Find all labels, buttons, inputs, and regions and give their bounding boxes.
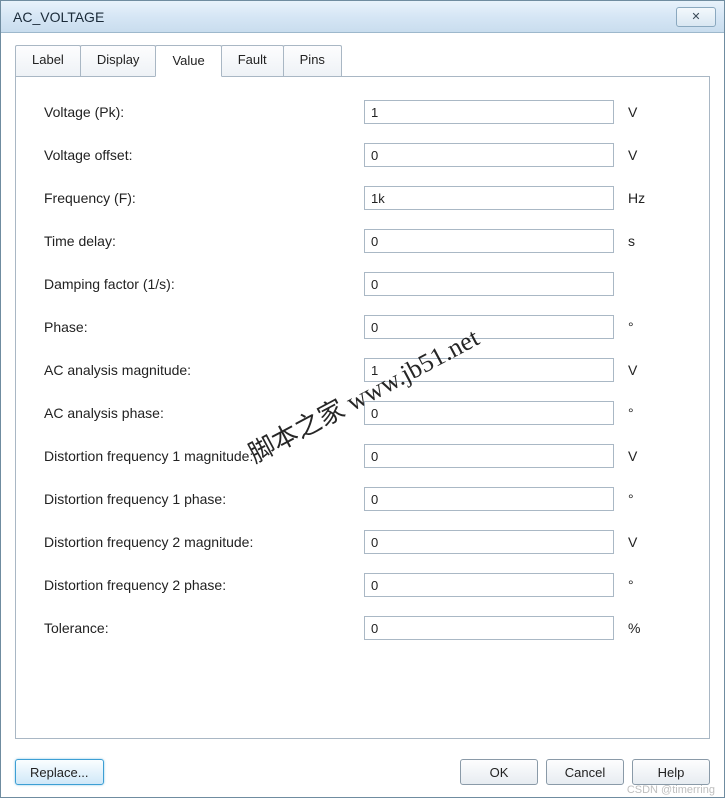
tab-fault[interactable]: Fault xyxy=(221,45,284,76)
row-damping-factor: Damping factor (1/s): xyxy=(44,271,685,297)
ok-button[interactable]: OK xyxy=(460,759,538,785)
tab-panel-value: 脚本之家 www.jb51.net Voltage (Pk): V Voltag… xyxy=(15,76,710,739)
unit-phase: ° xyxy=(614,319,654,335)
row-dist2-mag: Distortion frequency 2 magnitude: V xyxy=(44,529,685,555)
input-phase[interactable] xyxy=(364,315,614,339)
tab-display[interactable]: Display xyxy=(80,45,157,76)
row-voltage-pk: Voltage (Pk): V xyxy=(44,99,685,125)
input-voltage-offset[interactable] xyxy=(364,143,614,167)
input-frequency[interactable] xyxy=(364,186,614,210)
label-voltage-pk: Voltage (Pk): xyxy=(44,104,364,120)
row-time-delay: Time delay: s xyxy=(44,228,685,254)
tab-pins[interactable]: Pins xyxy=(283,45,342,76)
row-dist2-phase: Distortion frequency 2 phase: ° xyxy=(44,572,685,598)
titlebar: AC_VOLTAGE ✕ xyxy=(1,1,724,33)
input-dist1-mag[interactable] xyxy=(364,444,614,468)
help-button[interactable]: Help xyxy=(632,759,710,785)
unit-dist1-phase: ° xyxy=(614,491,654,507)
row-phase: Phase: ° xyxy=(44,314,685,340)
unit-voltage-pk: V xyxy=(614,104,654,120)
input-dist2-phase[interactable] xyxy=(364,573,614,597)
unit-frequency: Hz xyxy=(614,190,654,206)
dialog-window: AC_VOLTAGE ✕ Label Display Value Fault P… xyxy=(0,0,725,798)
label-time-delay: Time delay: xyxy=(44,233,364,249)
row-frequency: Frequency (F): Hz xyxy=(44,185,685,211)
unit-time-delay: s xyxy=(614,233,654,249)
unit-tolerance: % xyxy=(614,620,654,636)
label-phase: Phase: xyxy=(44,319,364,335)
unit-dist2-mag: V xyxy=(614,534,654,550)
tab-label[interactable]: Label xyxy=(15,45,81,76)
input-dist1-phase[interactable] xyxy=(364,487,614,511)
window-title: AC_VOLTAGE xyxy=(9,9,676,25)
row-dist1-mag: Distortion frequency 1 magnitude: V xyxy=(44,443,685,469)
label-voltage-offset: Voltage offset: xyxy=(44,147,364,163)
input-tolerance[interactable] xyxy=(364,616,614,640)
input-dist2-mag[interactable] xyxy=(364,530,614,554)
row-ac-phase: AC analysis phase: ° xyxy=(44,400,685,426)
tab-value[interactable]: Value xyxy=(155,45,221,77)
cancel-button[interactable]: Cancel xyxy=(546,759,624,785)
dialog-body: Label Display Value Fault Pins 脚本之家 www.… xyxy=(1,33,724,749)
label-dist2-phase: Distortion frequency 2 phase: xyxy=(44,577,364,593)
unit-ac-phase: ° xyxy=(614,405,654,421)
input-ac-magnitude[interactable] xyxy=(364,358,614,382)
label-frequency: Frequency (F): xyxy=(44,190,364,206)
replace-button[interactable]: Replace... xyxy=(15,759,104,785)
unit-ac-magnitude: V xyxy=(614,362,654,378)
row-ac-magnitude: AC analysis magnitude: V xyxy=(44,357,685,383)
row-voltage-offset: Voltage offset: V xyxy=(44,142,685,168)
input-ac-phase[interactable] xyxy=(364,401,614,425)
tab-row: Label Display Value Fault Pins xyxy=(15,45,710,76)
label-dist2-mag: Distortion frequency 2 magnitude: xyxy=(44,534,364,550)
input-time-delay[interactable] xyxy=(364,229,614,253)
close-button[interactable]: ✕ xyxy=(676,7,716,27)
input-voltage-pk[interactable] xyxy=(364,100,614,124)
unit-dist1-mag: V xyxy=(614,448,654,464)
label-dist1-phase: Distortion frequency 1 phase: xyxy=(44,491,364,507)
unit-dist2-phase: ° xyxy=(614,577,654,593)
label-ac-phase: AC analysis phase: xyxy=(44,405,364,421)
row-dist1-phase: Distortion frequency 1 phase: ° xyxy=(44,486,685,512)
label-damping-factor: Damping factor (1/s): xyxy=(44,276,364,292)
label-dist1-mag: Distortion frequency 1 magnitude: xyxy=(44,448,364,464)
label-tolerance: Tolerance: xyxy=(44,620,364,636)
row-tolerance: Tolerance: % xyxy=(44,615,685,641)
button-bar: Replace... OK Cancel Help xyxy=(1,749,724,797)
input-damping-factor[interactable] xyxy=(364,272,614,296)
unit-voltage-offset: V xyxy=(614,147,654,163)
label-ac-magnitude: AC analysis magnitude: xyxy=(44,362,364,378)
